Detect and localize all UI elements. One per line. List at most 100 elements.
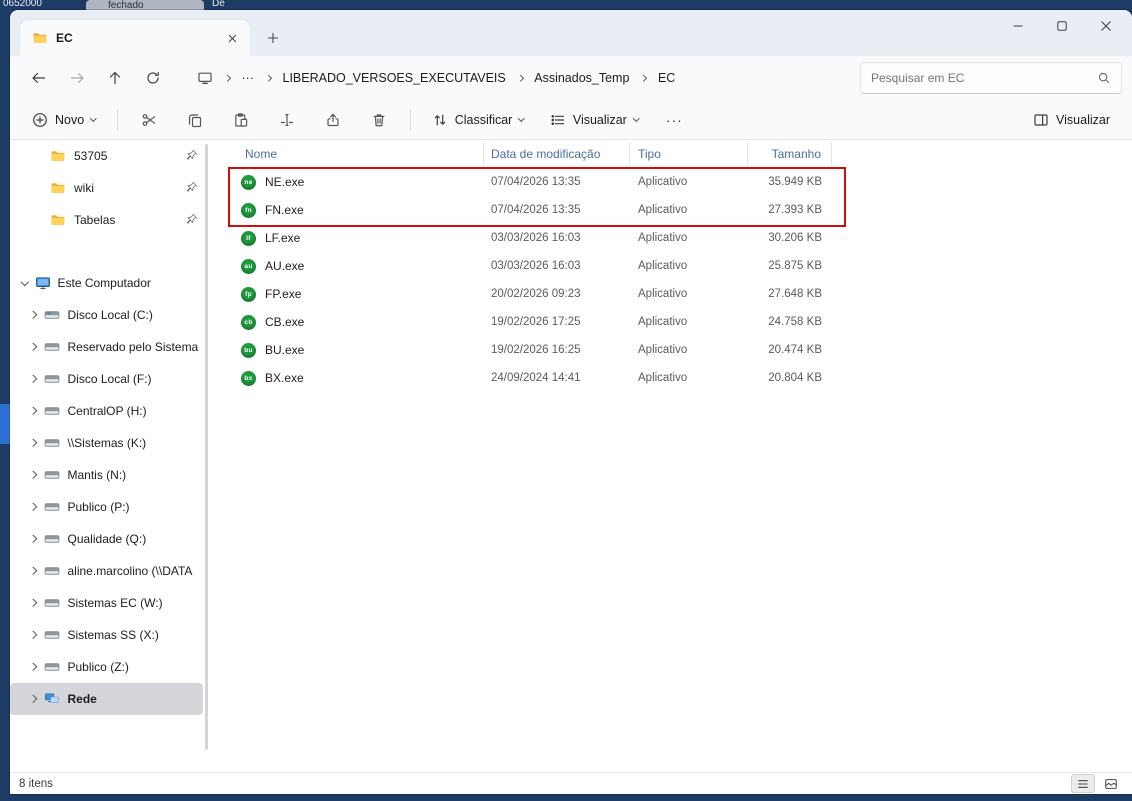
- chevron-right-icon[interactable]: [29, 375, 37, 383]
- chevron-right-icon[interactable]: [29, 407, 37, 415]
- trash-icon: [371, 112, 387, 128]
- preview-pane-icon: [1033, 112, 1049, 128]
- file-row-bu[interactable]: buBU.exe 19/02/2026 16:25 Aplicativo 20.…: [215, 336, 1132, 364]
- sidebar-item-drive-k[interactable]: \\Sistemas (K:): [10, 427, 215, 459]
- breadcrumb-item[interactable]: Assinados_Temp: [529, 68, 634, 88]
- chevron-right-icon[interactable]: [29, 535, 37, 543]
- file-size: 30.206 KB: [748, 232, 832, 244]
- file-row-cb[interactable]: cbCB.exe 19/02/2026 17:25 Aplicativo 24.…: [215, 308, 1132, 336]
- breadcrumb-item-current[interactable]: EC: [653, 68, 680, 88]
- sidebar-item-drive-z[interactable]: Publico (Z:): [10, 651, 215, 683]
- drive-icon: [44, 371, 60, 387]
- file-row-fp[interactable]: fpFP.exe 20/02/2026 09:23 Aplicativo 27.…: [215, 280, 1132, 308]
- sidebar-item-53705[interactable]: 53705: [10, 140, 215, 172]
- preview-pane-button[interactable]: Visualizar: [1023, 104, 1120, 136]
- column-header-nome[interactable]: Nome: [215, 142, 484, 166]
- details-view-toggle[interactable]: [1071, 774, 1095, 793]
- sidebar-item-this-pc[interactable]: Este Computador: [10, 267, 215, 299]
- sidebar-item-drive-q[interactable]: Qualidade (Q:): [10, 523, 215, 555]
- drive-icon: [44, 531, 60, 547]
- more-options-button[interactable]: ···: [654, 104, 694, 136]
- sidebar-item-drive-x[interactable]: Sistemas SS (X:): [10, 619, 215, 651]
- view-button[interactable]: Visualizar: [540, 104, 648, 136]
- maximize-button[interactable]: [1040, 10, 1084, 42]
- chevron-down-icon[interactable]: [21, 278, 29, 286]
- tab-ec[interactable]: EC: [20, 20, 250, 56]
- chevron-right-icon[interactable]: [641, 75, 647, 81]
- refresh-button[interactable]: [134, 62, 172, 94]
- close-icon: [228, 34, 237, 43]
- delete-button[interactable]: [359, 104, 399, 136]
- copy-button[interactable]: [175, 104, 215, 136]
- drive-icon: [44, 563, 60, 579]
- chevron-right-icon[interactable]: [265, 75, 271, 81]
- breadcrumb-item[interactable]: LIBERADO_VERSOES_EXECUTAVEIS: [278, 68, 511, 88]
- chevron-right-icon[interactable]: [29, 599, 37, 607]
- chevron-right-icon[interactable]: [29, 567, 37, 575]
- app-file-icon: bx: [241, 371, 256, 386]
- new-button[interactable]: Novo: [22, 104, 106, 136]
- file-row-au[interactable]: auAU.exe 03/03/2026 16:03 Aplicativo 25.…: [215, 252, 1132, 280]
- sort-button[interactable]: Classificar: [422, 104, 534, 136]
- forward-button[interactable]: [58, 62, 96, 94]
- breadcrumb-computer-button[interactable]: [192, 67, 218, 89]
- up-button[interactable]: [96, 62, 134, 94]
- sidebar-item-drive-n[interactable]: Mantis (N:): [10, 459, 215, 491]
- close-icon: [1100, 20, 1112, 32]
- file-row-fn[interactable]: fnFN.exe 07/04/2026 13:35 Aplicativo 27.…: [215, 196, 1132, 224]
- tab-close-button[interactable]: [222, 28, 242, 48]
- sidebar-item-wiki[interactable]: wiki: [10, 172, 215, 204]
- background-window-strip: 0652000 fechado De: [0, 0, 1132, 10]
- sidebar-item-drive-c[interactable]: Disco Local (C:): [10, 299, 215, 331]
- column-header-tipo[interactable]: Tipo: [630, 142, 748, 166]
- file-row-lf[interactable]: lfLF.exe 03/03/2026 16:03 Aplicativo 30.…: [215, 224, 1132, 252]
- sort-icon: [432, 112, 448, 128]
- sidebar-item-drive-h[interactable]: CentralOP (H:): [10, 395, 215, 427]
- drive-icon: [44, 627, 60, 643]
- back-icon: [31, 70, 47, 86]
- chevron-right-icon[interactable]: [29, 343, 37, 351]
- file-modified: 19/02/2026 16:25: [484, 344, 630, 356]
- clipboard-icon: [233, 112, 249, 128]
- search-input[interactable]: [871, 71, 1097, 85]
- file-size: 27.648 KB: [748, 288, 832, 300]
- chevron-right-icon[interactable]: [29, 471, 37, 479]
- chevron-right-icon[interactable]: [517, 75, 523, 81]
- file-row-bx[interactable]: bxBX.exe 24/09/2024 14:41 Aplicativo 20.…: [215, 364, 1132, 392]
- chevron-right-icon[interactable]: [29, 311, 37, 319]
- file-type: Aplicativo: [630, 288, 748, 300]
- breadcrumb-overflow-button[interactable]: ···: [237, 68, 260, 88]
- file-size: 20.804 KB: [748, 372, 832, 384]
- thumbnail-view-toggle[interactable]: [1099, 774, 1123, 793]
- rename-button[interactable]: [267, 104, 307, 136]
- close-button[interactable]: [1084, 10, 1128, 42]
- column-header-tamanho[interactable]: Tamanho: [748, 142, 832, 166]
- chevron-right-icon[interactable]: [29, 663, 37, 671]
- sidebar-item-drive-w[interactable]: Sistemas EC (W:): [10, 587, 215, 619]
- screen: 0652000 fechado De EC: [0, 0, 1132, 801]
- minimize-button[interactable]: [996, 10, 1040, 42]
- file-type: Aplicativo: [630, 260, 748, 272]
- sidebar-item-network[interactable]: Rede: [10, 683, 203, 715]
- cut-button[interactable]: [129, 104, 169, 136]
- paste-button[interactable]: [221, 104, 261, 136]
- column-header-data[interactable]: Data de modificação: [484, 142, 630, 166]
- share-button[interactable]: [313, 104, 353, 136]
- copy-icon: [187, 112, 203, 128]
- new-tab-button[interactable]: [260, 25, 286, 51]
- sidebar-scrollbar[interactable]: [205, 144, 208, 750]
- chevron-right-icon[interactable]: [29, 631, 37, 639]
- back-button[interactable]: [20, 62, 58, 94]
- toolbar-divider: [410, 109, 411, 131]
- file-size: 35.949 KB: [748, 176, 832, 188]
- chevron-right-icon[interactable]: [29, 695, 37, 703]
- file-row-ne[interactable]: neNE.exe 07/04/2026 13:35 Aplicativo 35.…: [215, 168, 1132, 196]
- chevron-right-icon[interactable]: [29, 503, 37, 511]
- chevron-right-icon[interactable]: [29, 439, 37, 447]
- sidebar-item-drive-reservado[interactable]: Reservado pelo Sistema: [10, 331, 215, 363]
- sidebar-item-tabelas[interactable]: Tabelas: [10, 204, 215, 236]
- chevron-right-icon[interactable]: [224, 75, 230, 81]
- sidebar-item-drive-p[interactable]: Publico (P:): [10, 491, 215, 523]
- sidebar-item-drive-f[interactable]: Disco Local (F:): [10, 363, 215, 395]
- sidebar-item-drive-aline[interactable]: aline.marcolino (\\DATA: [10, 555, 215, 587]
